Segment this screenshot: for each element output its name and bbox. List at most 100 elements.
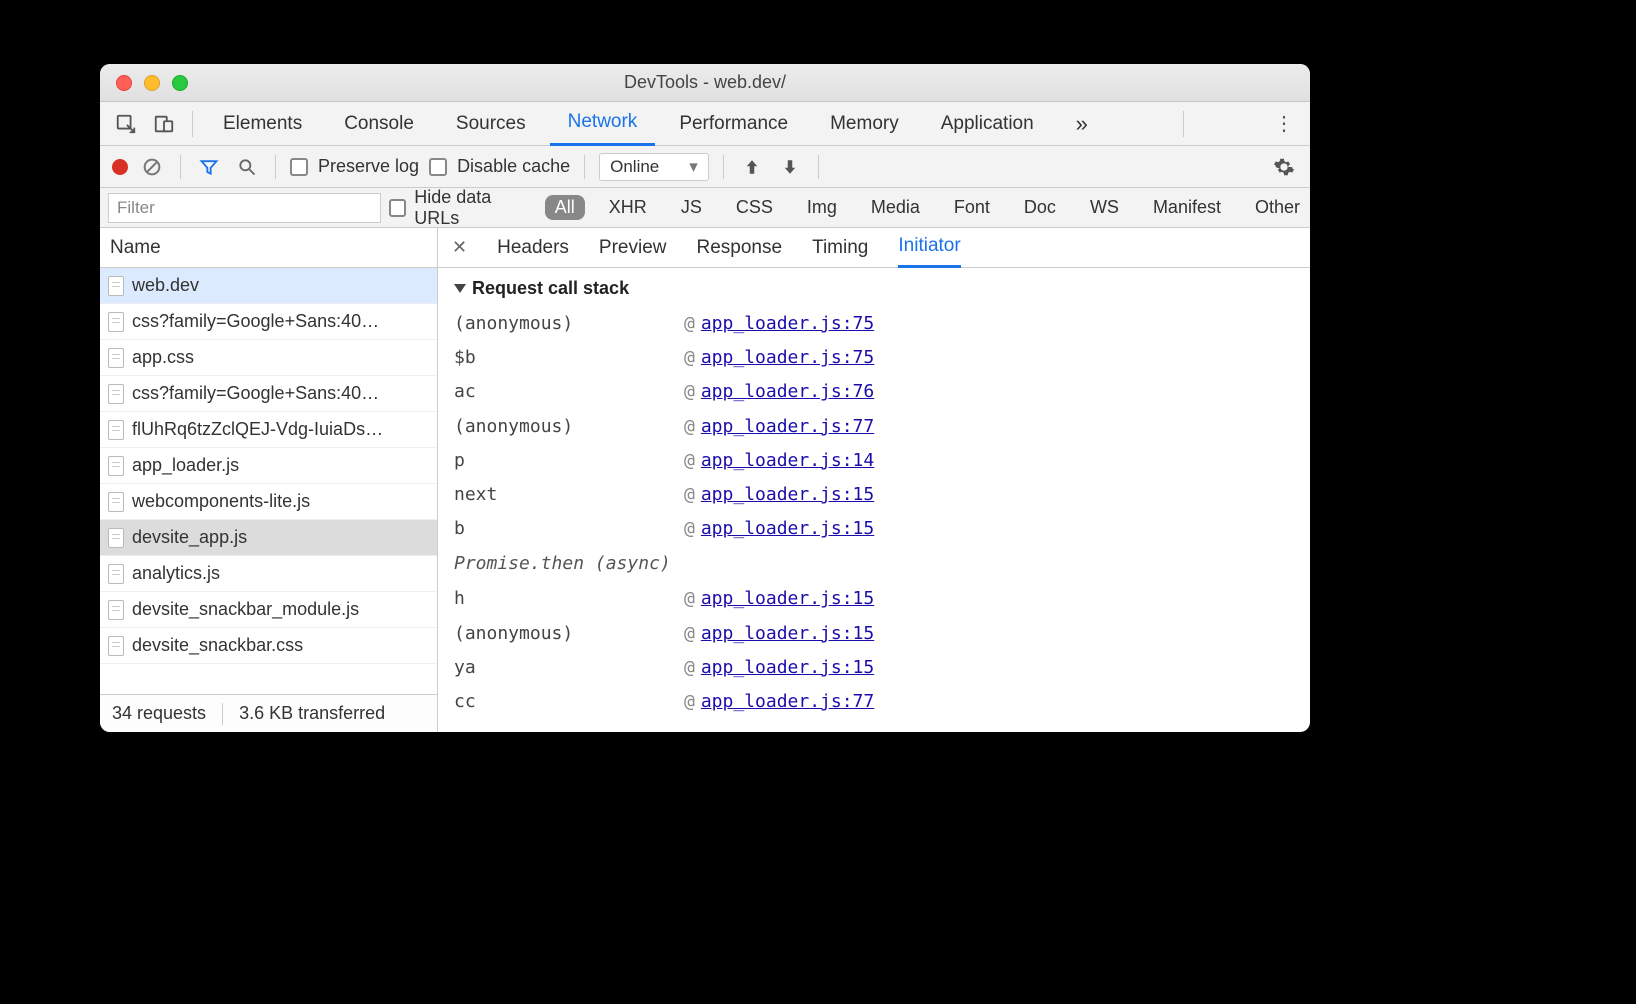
at-symbol: @ [684, 484, 695, 505]
window-title: DevTools - web.dev/ [624, 72, 786, 93]
tab-performance[interactable]: Performance [661, 102, 806, 146]
source-link[interactable]: app_loader.js:75 [701, 347, 874, 368]
filter-type-media[interactable]: Media [861, 195, 930, 220]
filter-input[interactable]: Filter [108, 193, 381, 223]
filter-type-doc[interactable]: Doc [1014, 195, 1066, 220]
filter-type-font[interactable]: Font [944, 195, 1000, 220]
detail-tab-timing[interactable]: Timing [812, 228, 868, 268]
stack-frame: (anonymous)@app_loader.js:15 [454, 617, 1294, 651]
at-symbol: @ [684, 691, 695, 712]
preserve-log-checkbox[interactable] [290, 158, 308, 176]
filter-type-xhr[interactable]: XHR [599, 195, 657, 220]
source-link[interactable]: app_loader.js:77 [701, 416, 874, 437]
request-name: web.dev [132, 275, 199, 296]
source-link[interactable]: app_loader.js:15 [701, 518, 874, 539]
detail-tab-initiator[interactable]: Initiator [898, 228, 960, 268]
separator [192, 111, 193, 137]
request-row[interactable]: devsite_app.js [100, 520, 437, 556]
zoom-window-button[interactable] [172, 75, 188, 91]
request-name: css?family=Google+Sans:40… [132, 311, 379, 332]
source-link[interactable]: app_loader.js:15 [701, 657, 874, 678]
throttling-select[interactable]: Online ▾ [599, 153, 709, 181]
at-symbol: @ [684, 347, 695, 368]
upload-har-icon[interactable] [738, 153, 766, 181]
filter-type-img[interactable]: Img [797, 195, 847, 220]
filter-type-other[interactable]: Other [1245, 195, 1310, 220]
filter-type-manifest[interactable]: Manifest [1143, 195, 1231, 220]
request-row[interactable]: webcomponents-lite.js [100, 484, 437, 520]
request-row[interactable]: devsite_snackbar.css [100, 628, 437, 664]
async-boundary: Promise.then (async) [454, 546, 1294, 582]
close-window-button[interactable] [116, 75, 132, 91]
filter-icon[interactable] [195, 153, 223, 181]
request-row[interactable]: flUhRq6tzZclQEJ-Vdg-IuiaDs… [100, 412, 437, 448]
section-title-text: Request call stack [472, 278, 629, 299]
filter-type-ws[interactable]: WS [1080, 195, 1129, 220]
at-symbol: @ [684, 416, 695, 437]
source-link[interactable]: app_loader.js:75 [701, 313, 874, 334]
titlebar: DevTools - web.dev/ [100, 64, 1310, 102]
source-link[interactable]: app_loader.js:15 [701, 484, 874, 505]
detail-tab-preview[interactable]: Preview [599, 228, 667, 268]
tab-network[interactable]: Network [550, 102, 656, 146]
chevron-down-icon: ▾ [689, 157, 698, 177]
call-stack-section[interactable]: Request call stack [454, 278, 1294, 299]
request-row[interactable]: devsite_snackbar_module.js [100, 592, 437, 628]
request-row[interactable]: css?family=Google+Sans:40… [100, 304, 437, 340]
stack-function: b [454, 512, 684, 546]
tab-memory[interactable]: Memory [812, 102, 917, 146]
disable-cache-checkbox[interactable] [429, 158, 447, 176]
detail-tab-response[interactable]: Response [697, 228, 783, 268]
request-row[interactable]: web.dev [100, 268, 437, 304]
filter-type-all[interactable]: All [545, 195, 585, 220]
request-row[interactable]: css?family=Google+Sans:40… [100, 376, 437, 412]
download-har-icon[interactable] [776, 153, 804, 181]
search-icon[interactable] [233, 153, 261, 181]
requests-sidebar: Name web.dev css?family=Google+Sans:40… ap… [100, 228, 438, 732]
source-link[interactable]: app_loader.js:14 [701, 450, 874, 471]
request-name: css?family=Google+Sans:40… [132, 383, 379, 404]
filter-type-js[interactable]: JS [671, 195, 712, 220]
separator [275, 155, 276, 179]
request-count: 34 requests [112, 703, 206, 724]
transferred-size: 3.6 KB transferred [239, 703, 385, 724]
detail-tab-headers[interactable]: Headers [497, 228, 569, 268]
more-options-icon[interactable]: ⋮ [1268, 108, 1300, 140]
hide-data-urls-checkbox[interactable] [389, 199, 406, 217]
tab-elements[interactable]: Elements [205, 102, 320, 146]
network-content: Name web.dev css?family=Google+Sans:40… ap… [100, 228, 1310, 732]
at-symbol: @ [684, 381, 695, 402]
document-icon [108, 276, 124, 296]
request-row[interactable]: app_loader.js [100, 448, 437, 484]
stack-function: p [454, 444, 684, 478]
request-row[interactable]: app.css [100, 340, 437, 376]
document-icon [108, 636, 124, 656]
stack-frame: next@app_loader.js:15 [454, 478, 1294, 512]
name-column-header[interactable]: Name [100, 228, 437, 268]
tab-application[interactable]: Application [923, 102, 1052, 146]
close-detail-icon[interactable]: ✕ [452, 237, 467, 258]
source-link[interactable]: app_loader.js:76 [701, 381, 874, 402]
request-name: analytics.js [132, 563, 220, 584]
settings-icon[interactable] [1270, 153, 1298, 181]
separator [1183, 111, 1184, 137]
minimize-window-button[interactable] [144, 75, 160, 91]
tab-sources[interactable]: Sources [438, 102, 544, 146]
source-link[interactable]: app_loader.js:15 [701, 623, 874, 644]
source-link[interactable]: app_loader.js:77 [701, 691, 874, 712]
at-symbol: @ [684, 518, 695, 539]
request-name: devsite_snackbar.css [132, 635, 303, 656]
inspect-element-icon[interactable] [110, 108, 142, 140]
stack-frame: h@app_loader.js:15 [454, 582, 1294, 616]
clear-icon[interactable] [138, 153, 166, 181]
source-link[interactable]: app_loader.js:15 [701, 588, 874, 609]
document-icon [108, 456, 124, 476]
request-row[interactable]: analytics.js [100, 556, 437, 592]
tabs-overflow-icon[interactable]: » [1058, 102, 1106, 146]
filter-type-css[interactable]: CSS [726, 195, 783, 220]
tab-console[interactable]: Console [326, 102, 432, 146]
stack-function: h [454, 582, 684, 616]
stack-frame: (anonymous)@app_loader.js:75 [454, 307, 1294, 341]
device-toolbar-icon[interactable] [148, 108, 180, 140]
record-button[interactable] [112, 159, 128, 175]
